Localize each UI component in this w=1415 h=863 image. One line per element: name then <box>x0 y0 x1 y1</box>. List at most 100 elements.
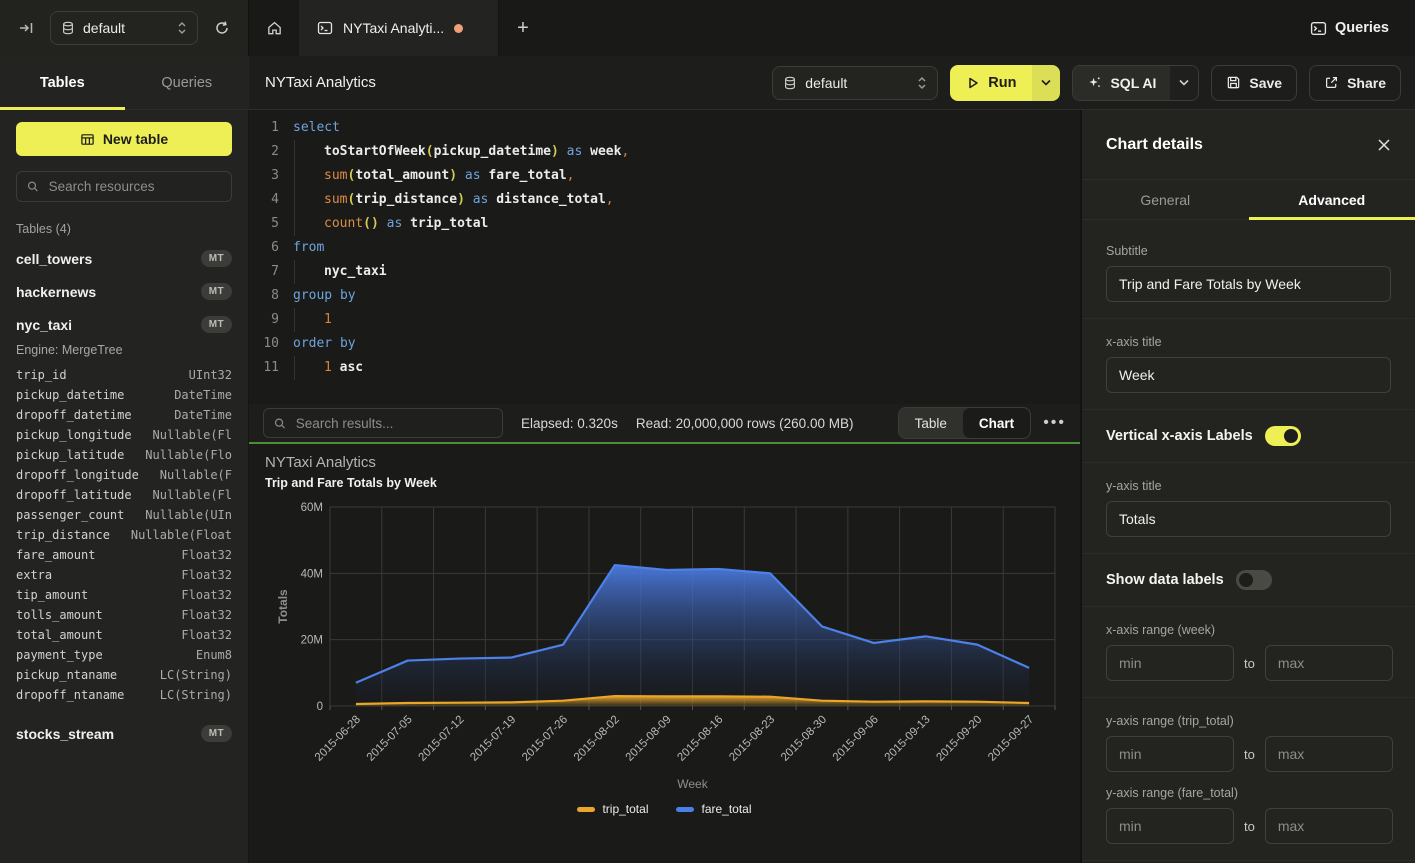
column-row[interactable]: pickup_latitudeNullable(Flo <box>16 445 232 465</box>
xrange-max-input[interactable] <box>1265 645 1393 681</box>
divider <box>1082 318 1415 319</box>
refresh-button[interactable] <box>208 14 236 42</box>
code-line: 6from <box>249 236 1080 260</box>
column-row[interactable]: fare_amountFloat32 <box>16 545 232 565</box>
column-row[interactable]: tip_amountFloat32 <box>16 585 232 605</box>
database-selector-query[interactable]: default <box>772 66 938 100</box>
view-toggle-table[interactable]: Table <box>899 408 963 438</box>
tab-general[interactable]: General <box>1082 180 1249 219</box>
column-type: Float32 <box>181 585 232 605</box>
code-content: order by <box>293 332 356 356</box>
view-toggle-chart[interactable]: Chart <box>963 408 1030 438</box>
line-number: 5 <box>249 212 279 236</box>
line-number: 2 <box>249 140 279 164</box>
column-row[interactable]: dropoff_ntanameLC(String) <box>16 685 232 705</box>
column-row[interactable]: passenger_countNullable(UIn <box>16 505 232 525</box>
sql-editor[interactable]: 1select2toStartOfWeek(pickup_datetime) a… <box>249 110 1080 404</box>
tab-title: NYTaxi Analyti... <box>343 20 444 36</box>
subtitle-input[interactable] <box>1106 266 1391 302</box>
table-row-cell-towers[interactable]: cell_towers MT <box>16 242 232 275</box>
line-number: 4 <box>249 188 279 212</box>
column-row[interactable]: dropoff_datetimeDateTime <box>16 405 232 425</box>
results-view-controls: Table Chart ••• <box>898 407 1066 439</box>
run-button[interactable]: Run <box>950 65 1032 101</box>
data-labels-toggle[interactable] <box>1236 570 1272 590</box>
queries-button[interactable]: Queries <box>1310 0 1415 56</box>
view-toggle: Table Chart <box>898 407 1032 439</box>
tab-nytaxi-analytics[interactable]: NYTaxi Analyti... <box>299 0 499 56</box>
svg-text:2015-08-23: 2015-08-23 <box>727 714 777 764</box>
xrange-min-input[interactable] <box>1106 645 1234 681</box>
column-type: Nullable(Float <box>131 525 232 545</box>
sidebar: New table Tables (4) cell_towers MT hack… <box>0 110 249 863</box>
code-line: 111 asc <box>249 356 1080 380</box>
column-row[interactable]: trip_distanceNullable(Float <box>16 525 232 545</box>
svg-text:40M: 40M <box>301 568 323 580</box>
svg-text:2015-07-19: 2015-07-19 <box>468 714 518 764</box>
column-row[interactable]: pickup_ntanameLC(String) <box>16 665 232 685</box>
save-button[interactable]: Save <box>1211 65 1297 101</box>
xaxis-title-input[interactable] <box>1106 357 1391 393</box>
new-table-button[interactable]: New table <box>16 122 232 156</box>
yrange-trip-max-input[interactable] <box>1265 736 1393 772</box>
divider <box>1082 553 1415 554</box>
svg-text:2015-07-12: 2015-07-12 <box>417 714 467 764</box>
code-content: from <box>293 236 324 260</box>
code-line: 5count() as trip_total <box>249 212 1080 236</box>
more-options-button[interactable]: ••• <box>1043 414 1066 432</box>
yrange-fare-max-input[interactable] <box>1265 808 1393 844</box>
line-number: 3 <box>249 164 279 188</box>
code-content: 1 asc <box>293 356 363 380</box>
column-name: pickup_datetime <box>16 385 124 405</box>
home-button[interactable] <box>249 0 299 56</box>
sidebar-search[interactable] <box>16 171 232 202</box>
column-row[interactable]: pickup_datetimeDateTime <box>16 385 232 405</box>
column-row[interactable]: trip_idUInt32 <box>16 365 232 385</box>
sidebar-tab-queries-label: Queries <box>161 75 212 91</box>
yrange-fare-min-input[interactable] <box>1106 808 1234 844</box>
terminal-icon <box>317 20 333 36</box>
run-options-button[interactable] <box>1032 65 1060 101</box>
yaxis-title-input[interactable] <box>1106 501 1391 537</box>
sql-ai-options-button[interactable] <box>1170 66 1198 100</box>
column-row[interactable]: extraFloat32 <box>16 565 232 585</box>
legend-item-trip_total[interactable]: trip_total <box>577 802 648 816</box>
table-name: cell_towers <box>16 251 92 267</box>
database-selector-top[interactable]: default <box>50 11 198 45</box>
column-row[interactable]: pickup_longitudeNullable(Fl <box>16 425 232 445</box>
sidebar-search-input[interactable] <box>47 178 221 195</box>
column-type: Nullable(Flo <box>145 445 232 465</box>
column-row[interactable]: payment_typeEnum8 <box>16 645 232 665</box>
column-row[interactable]: total_amountFloat32 <box>16 625 232 645</box>
new-tab-button[interactable]: + <box>499 0 547 56</box>
column-row[interactable]: dropoff_latitudeNullable(Fl <box>16 485 232 505</box>
elapsed-stat: Elapsed: 0.320s <box>521 416 618 431</box>
table-row-hackernews[interactable]: hackernews MT <box>16 275 232 308</box>
share-button[interactable]: Share <box>1309 65 1401 101</box>
results-search[interactable] <box>263 408 503 438</box>
column-type: Nullable(Fl <box>153 425 232 445</box>
table-row-stocks-stream[interactable]: stocks_stream MT <box>16 717 232 750</box>
yrange-fare-field-label: y-axis range (fare_total) <box>1106 786 1391 800</box>
column-name: dropoff_longitude <box>16 465 139 485</box>
save-button-label: Save <box>1249 75 1282 91</box>
column-row[interactable]: dropoff_longitudeNullable(F <box>16 465 232 485</box>
sidebar-tab-queries[interactable]: Queries <box>125 56 250 109</box>
sidebar-tab-tables[interactable]: Tables <box>0 56 125 109</box>
tab-advanced[interactable]: Advanced <box>1249 180 1415 219</box>
chart-details-panel: Chart details General Advanced Subtitle … <box>1080 110 1415 863</box>
svg-text:2015-09-06: 2015-09-06 <box>831 714 881 764</box>
yrange-trip-min-input[interactable] <box>1106 736 1234 772</box>
legend-item-fare_total[interactable]: fare_total <box>676 802 751 816</box>
results-search-input[interactable] <box>294 415 492 432</box>
table-row-nyc-taxi[interactable]: nyc_taxi MT <box>16 308 232 341</box>
sql-ai-button-group: SQL AI <box>1072 65 1199 101</box>
collapse-sidebar-button[interactable] <box>12 14 40 42</box>
xrange-inputs: to <box>1106 645 1391 681</box>
vertical-labels-toggle[interactable] <box>1265 426 1301 446</box>
column-row[interactable]: tolls_amountFloat32 <box>16 605 232 625</box>
sql-ai-button[interactable]: SQL AI <box>1073 66 1170 100</box>
code-line: 1select <box>249 116 1080 140</box>
svg-text:2015-08-30: 2015-08-30 <box>779 714 829 764</box>
close-panel-button[interactable] <box>1377 138 1391 152</box>
